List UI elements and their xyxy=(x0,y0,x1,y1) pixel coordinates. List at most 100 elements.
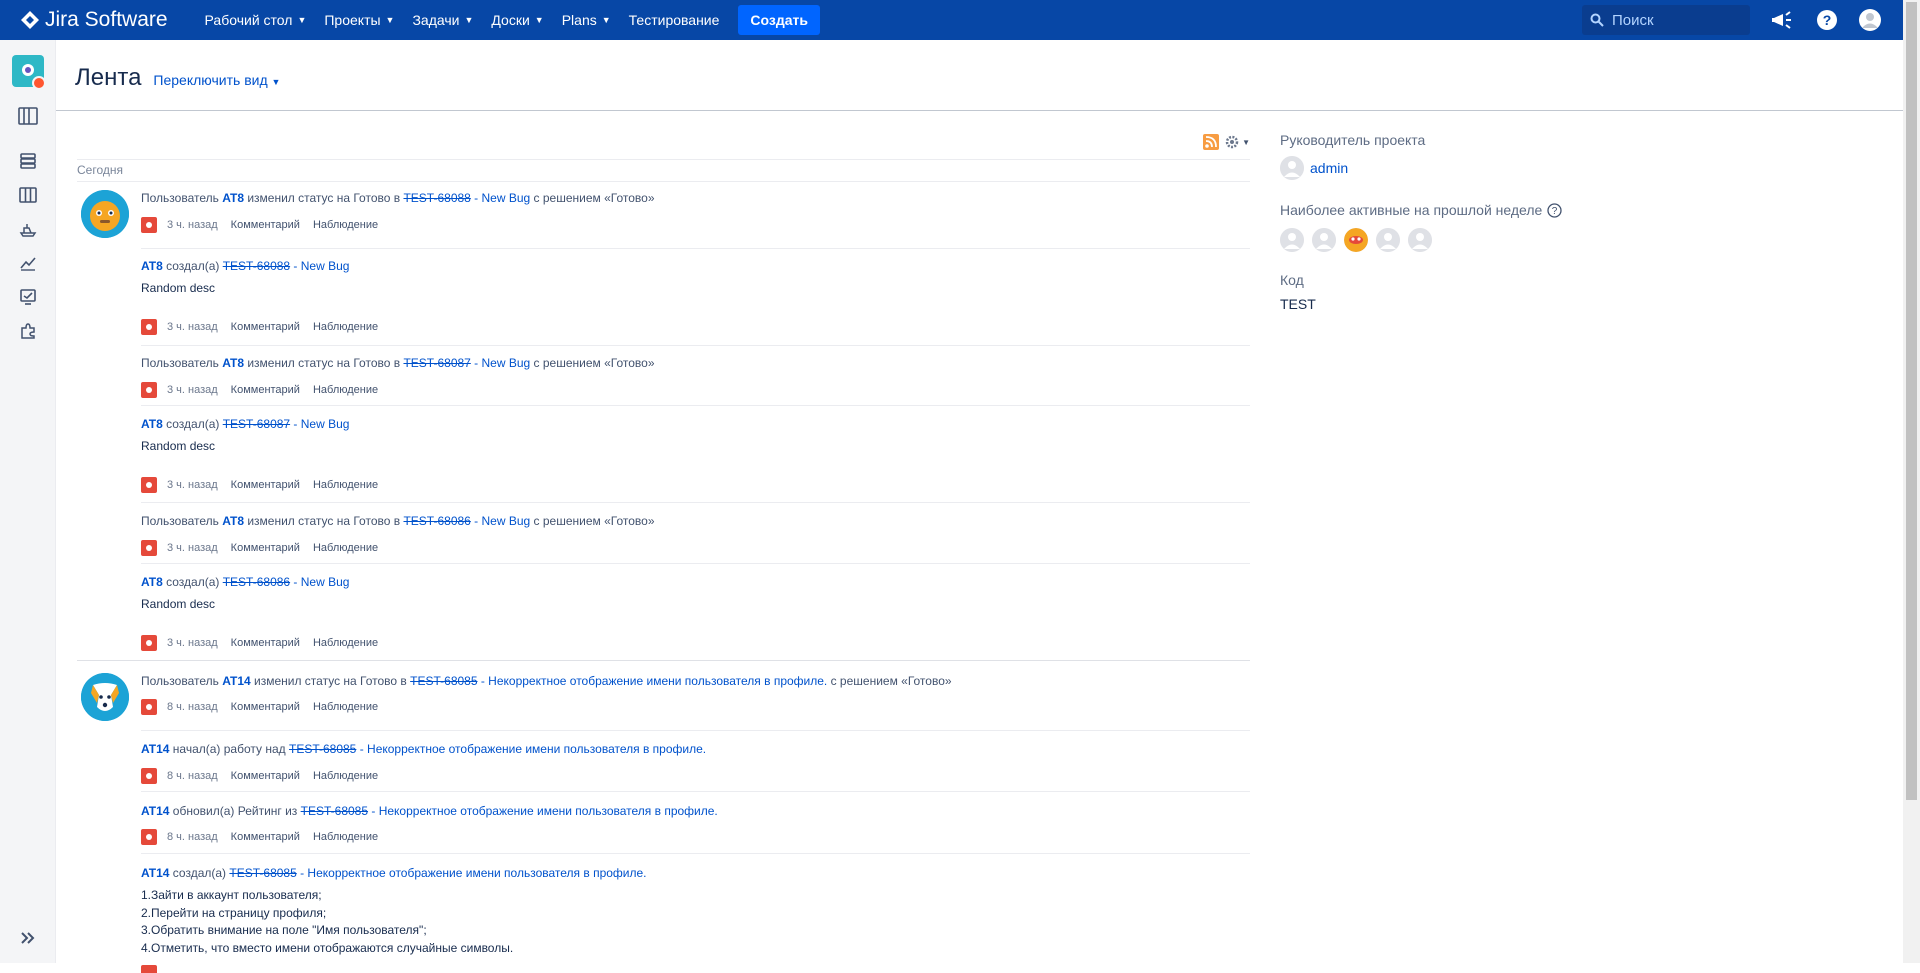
user-link[interactable]: AT14 xyxy=(222,674,250,688)
scrollbar-thumb[interactable] xyxy=(1906,2,1917,800)
menu-testing[interactable]: Тестирование xyxy=(620,0,729,40)
watch-link[interactable]: Наблюдение xyxy=(313,542,378,554)
user-link[interactable]: AT14 xyxy=(141,804,169,818)
help-icon[interactable]: ? xyxy=(1815,8,1839,32)
user-link[interactable]: AT8 xyxy=(222,356,244,370)
user-avatar-icon[interactable] xyxy=(1312,228,1336,252)
user-avatar-icon[interactable] xyxy=(1408,228,1432,252)
activity-meta: 8 ч. назад Комментарий Наблюдение xyxy=(141,829,1250,845)
issue-description: 1.Зайти в аккаунт пользователя; 2.Перейт… xyxy=(141,887,1250,957)
comment-link[interactable]: Комментарий xyxy=(231,701,300,713)
avatar-at8[interactable] xyxy=(81,190,129,238)
switch-view-dropdown[interactable]: Переключить вид ▼ xyxy=(153,72,280,88)
gear-icon[interactable]: ▼ xyxy=(1225,135,1250,149)
activity-meta: 3 ч. назад Комментарий Наблюдение xyxy=(141,319,1250,335)
watch-link[interactable]: Наблюдение xyxy=(313,770,378,782)
add-ons-puzzle-icon[interactable] xyxy=(18,321,38,341)
user-link[interactable]: AT8 xyxy=(222,514,244,528)
timestamp: 3 ч. назад xyxy=(167,542,218,554)
comment-link[interactable]: Комментарий xyxy=(231,219,300,231)
action-text: изменил статус на Готово в xyxy=(244,514,404,528)
user-avatar-icon[interactable] xyxy=(1344,228,1368,252)
user-avatar-icon[interactable] xyxy=(1376,228,1400,252)
menu-boards[interactable]: Доски ▼ xyxy=(482,0,552,40)
user-link[interactable]: AT8 xyxy=(141,575,163,589)
issue-summary-link[interactable]: - New Bug xyxy=(290,259,349,273)
layers-icon[interactable] xyxy=(18,151,38,171)
comment-link[interactable]: Комментарий xyxy=(231,384,300,396)
user-avatar-icon[interactable] xyxy=(1280,228,1304,252)
activity-text: AT8 создал(а) TEST-68088 - New Bug xyxy=(141,258,1250,274)
bug-icon xyxy=(141,217,157,233)
search-box[interactable] xyxy=(1582,5,1750,35)
issue-summary-link[interactable]: - New Bug xyxy=(290,575,349,589)
page-title: Лента xyxy=(75,64,142,91)
menu-issues[interactable]: Задачи ▼ xyxy=(403,0,482,40)
create-button[interactable]: Создать xyxy=(738,5,820,35)
comment-link[interactable]: Комментарий xyxy=(231,479,300,491)
comment-link[interactable]: Комментарий xyxy=(231,321,300,333)
issue-summary-link[interactable]: - Некорректное отображение имени пользов… xyxy=(478,674,827,688)
help-icon[interactable]: ? xyxy=(1547,202,1562,218)
menu-plans[interactable]: Plans ▼ xyxy=(553,0,620,40)
megaphone-icon[interactable] xyxy=(1770,8,1794,32)
user-link[interactable]: AT14 xyxy=(141,742,169,756)
issue-summary-link[interactable]: - New Bug xyxy=(471,356,530,370)
tests-icon[interactable] xyxy=(18,287,38,307)
issue-key-link[interactable]: TEST-68086 xyxy=(223,575,290,589)
issue-key-link[interactable]: TEST-68087 xyxy=(223,417,290,431)
issue-key-link[interactable]: TEST-68086 xyxy=(403,514,470,528)
project-lead-link[interactable]: admin xyxy=(1310,160,1348,176)
watch-link[interactable]: Наблюдение xyxy=(313,384,378,396)
comment-link[interactable]: Комментарий xyxy=(231,637,300,649)
issue-summary-link[interactable]: - New Bug xyxy=(471,191,530,205)
user-avatar[interactable] xyxy=(1858,8,1882,32)
chevron-down-icon: ▼ xyxy=(271,77,281,87)
user-link[interactable]: AT8 xyxy=(222,191,244,205)
issue-key-link[interactable]: TEST-68087 xyxy=(403,356,470,370)
timestamp: 3 ч. назад xyxy=(167,479,218,491)
search-input[interactable] xyxy=(1612,11,1742,29)
issue-key-link[interactable]: TEST-68085 xyxy=(289,742,356,756)
watch-link[interactable]: Наблюдение xyxy=(313,701,378,713)
comment-link[interactable]: Комментарий xyxy=(231,831,300,843)
comment-link[interactable]: Комментарий xyxy=(231,770,300,782)
reports-icon[interactable] xyxy=(18,253,38,273)
rss-icon[interactable] xyxy=(1203,134,1220,150)
watch-link[interactable]: Наблюдение xyxy=(313,831,378,843)
watch-link[interactable]: Наблюдение xyxy=(313,479,378,491)
issue-summary-link[interactable]: - New Bug xyxy=(471,514,530,528)
menu-projects[interactable]: Проекты ▼ xyxy=(315,0,403,40)
releases-icon[interactable] xyxy=(18,219,38,239)
user-link[interactable]: AT8 xyxy=(141,259,163,273)
watch-link[interactable]: Наблюдение xyxy=(313,219,378,231)
chevron-down-icon: ▼ xyxy=(297,15,307,25)
issue-summary-link[interactable]: - Некорректное отображение имени пользов… xyxy=(368,804,717,818)
issue-key-link[interactable]: TEST-68085 xyxy=(229,866,296,880)
action-text: изменил статус на Готово в xyxy=(244,191,404,205)
issue-key-link[interactable]: TEST-68085 xyxy=(301,804,368,818)
issue-key-link[interactable]: TEST-68085 xyxy=(410,674,477,688)
avatar-at14[interactable] xyxy=(81,673,129,721)
watch-link[interactable]: Наблюдение xyxy=(313,321,378,333)
activity-item: AT14 обновил(а) Рейтинг из TEST-68085 - … xyxy=(141,803,1250,845)
issue-summary-link[interactable]: - Некорректное отображение имени пользов… xyxy=(356,742,706,756)
issue-summary-link[interactable]: - Некорректное отображение имени пользов… xyxy=(297,866,646,880)
watch-link[interactable]: Наблюдение xyxy=(313,637,378,649)
menu-dashboards[interactable]: Рабочий стол ▼ xyxy=(196,0,316,40)
issue-key-link[interactable]: TEST-68088 xyxy=(223,259,290,273)
issue-summary-link[interactable]: - New Bug xyxy=(290,417,349,431)
expand-sidebar-icon[interactable] xyxy=(18,928,38,948)
action-text: начал(а) работу над xyxy=(169,742,289,756)
text-prefix: Пользователь xyxy=(141,191,223,205)
comment-link[interactable]: Комментарий xyxy=(231,542,300,554)
user-link[interactable]: AT8 xyxy=(141,417,163,431)
user-link[interactable]: AT14 xyxy=(141,866,169,880)
jira-logo[interactable]: Jira Software xyxy=(20,8,168,32)
activity-text: Пользователь AT8 изменил статус на Готов… xyxy=(141,513,1250,529)
project-lead-label: Руководитель проекта xyxy=(1280,132,1426,148)
switch-view-label: Переключить вид xyxy=(153,72,268,88)
board-icon[interactable] xyxy=(18,185,38,205)
issue-key-link[interactable]: TEST-68088 xyxy=(403,191,470,205)
backlog-icon[interactable] xyxy=(18,106,38,126)
